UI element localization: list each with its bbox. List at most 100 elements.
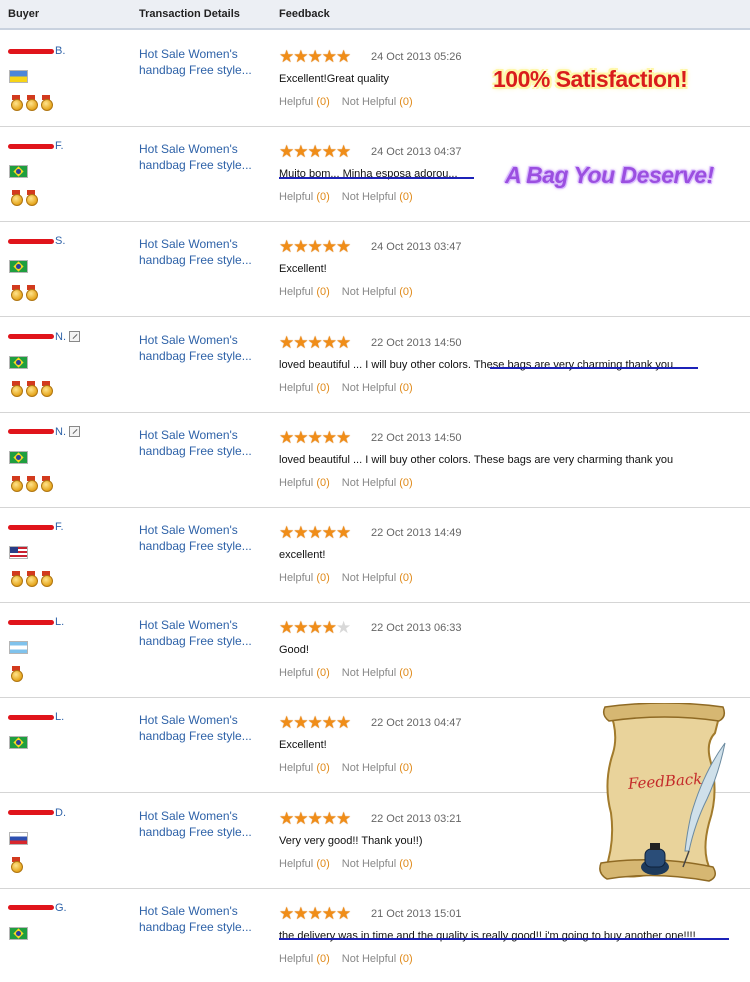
not-helpful-link[interactable]: Not Helpful [342,191,396,203]
edit-icon[interactable] [69,331,80,343]
helpful-count: (0) [316,762,330,775]
star-icon: ★ [293,332,308,352]
helpful-link[interactable]: Helpful [279,762,313,774]
medal-icon [10,571,23,587]
buyer-name[interactable]: L. [8,616,64,628]
feedback-row: L. Hot Sale Women's handbag Free style...… [0,603,750,699]
not-helpful-link[interactable]: Not Helpful [342,762,396,774]
transaction-link[interactable]: Hot Sale Women's handbag Free style... [139,236,259,268]
buyer-initial: D. [55,806,66,819]
buyer-initial: B. [55,45,66,57]
buyer-initial: N. [55,330,66,343]
buyer-name[interactable]: F. [8,521,64,533]
transaction-link[interactable]: Hot Sale Women's handbag Free style... [139,141,259,173]
star-icon: ★ [336,47,351,66]
helpful-votes: Helpful (0) Not Helpful (0) [279,762,413,774]
buyer-initial: N. [55,425,66,438]
star-icon: ★ [321,142,337,162]
buyer-name[interactable]: G. [8,902,67,914]
not-helpful-link[interactable]: Not Helpful [342,953,396,965]
brazil-flag [9,736,28,750]
redaction-mark [8,143,54,149]
table-header: Buyer Transaction Details Feedback [0,0,750,30]
not-helpful-link[interactable]: Not Helpful [342,286,396,298]
not-helpful-count: (0) [399,476,413,489]
transaction-column-header: Transaction Details [139,8,240,20]
helpful-link[interactable]: Helpful [279,96,313,108]
redaction-mark [8,905,54,911]
not-helpful-link[interactable]: Not Helpful [342,382,396,394]
star-icon: ★ [307,808,323,828]
star-icon: ★ [307,523,323,542]
buyer-name[interactable]: L. [8,711,64,723]
redaction-mark [8,48,54,54]
star-icon: ★ [336,142,351,162]
star-icon: ★ [307,332,323,352]
medal-icon [10,190,23,207]
not-helpful-link[interactable]: Not Helpful [342,477,396,489]
not-helpful-link[interactable]: Not Helpful [342,96,396,108]
not-helpful-count: (0) [399,96,413,108]
not-helpful-count: (0) [399,667,413,680]
helpful-link[interactable]: Helpful [279,572,313,584]
russia-flag [9,831,28,845]
transaction-link[interactable]: Hot Sale Women's handbag Free style... [139,712,259,744]
buyer-medals [10,95,55,111]
feedback-date: 22 Oct 2013 14:50 [371,336,462,349]
transaction-link[interactable]: Hot Sale Women's handbag Free style... [139,332,259,364]
ukraine-flag [9,70,28,83]
buyer-initial: L. [55,616,65,629]
brazil-flag [9,355,28,369]
helpful-link[interactable]: Helpful [279,667,313,679]
medal-icon [10,380,23,397]
transaction-link[interactable]: Hot Sale Women's handbag Free style... [139,903,259,935]
buyer-medals [10,475,55,492]
redaction-mark [8,238,54,244]
star-icon: ★ [321,618,337,638]
edit-icon[interactable] [69,426,80,438]
feedback-comment: Excellent! [279,739,327,752]
buyer-name[interactable]: F. [8,140,64,152]
helpful-link[interactable]: Helpful [279,382,313,394]
not-helpful-link[interactable]: Not Helpful [342,572,396,584]
transaction-link[interactable]: Hot Sale Women's handbag Free style... [139,522,259,554]
helpful-link[interactable]: Helpful [279,953,313,965]
not-helpful-link[interactable]: Not Helpful [342,667,396,679]
feedback-comment: Very very good!! Thank you!!) [279,834,423,847]
star-rating: ★★★★★ [279,238,351,255]
medal-icon [40,380,53,397]
medal-icon [40,475,53,492]
star-icon: ★ [321,332,337,352]
star-icon: ★ [321,47,337,66]
helpful-link[interactable]: Helpful [279,286,313,298]
helpful-link[interactable]: Helpful [279,477,313,489]
feedback-comment: loved beautiful ... I will buy other col… [279,453,674,466]
buyer-name[interactable]: B. [8,45,65,57]
feedback-comment: Good! [279,644,309,657]
transaction-link[interactable]: Hot Sale Women's handbag Free style... [139,617,259,649]
medal-icon [25,475,38,492]
buyer-name[interactable]: S. [8,235,65,247]
star-icon: ★ [293,142,308,162]
helpful-link[interactable]: Helpful [279,858,313,870]
buyer-name[interactable]: N. [8,331,80,343]
helpful-link[interactable]: Helpful [279,191,313,203]
star-icon: ★ [307,618,323,638]
star-rating: ★★★★★ [279,714,351,731]
feedback-column-header: Feedback [279,8,330,20]
buyer-name[interactable]: D. [8,807,66,819]
buyer-medals [10,285,40,302]
transaction-link[interactable]: Hot Sale Women's handbag Free style... [139,808,259,840]
redaction-mark [8,524,54,530]
buyer-name[interactable]: N. [8,426,80,438]
star-icon: ★ [293,523,308,542]
feedback-date: 22 Oct 2013 14:49 [371,527,462,539]
transaction-link[interactable]: Hot Sale Women's handbag Free style... [139,427,259,459]
feedback-date: 24 Oct 2013 04:37 [371,146,462,159]
feedback-row: G. Hot Sale Women's handbag Free style...… [0,889,750,982]
star-icon: ★ [336,427,351,447]
helpful-count: (0) [316,476,330,489]
feedback-comment: excellent! [279,549,326,561]
transaction-link[interactable]: Hot Sale Women's handbag Free style... [139,46,259,78]
not-helpful-link[interactable]: Not Helpful [342,858,396,870]
